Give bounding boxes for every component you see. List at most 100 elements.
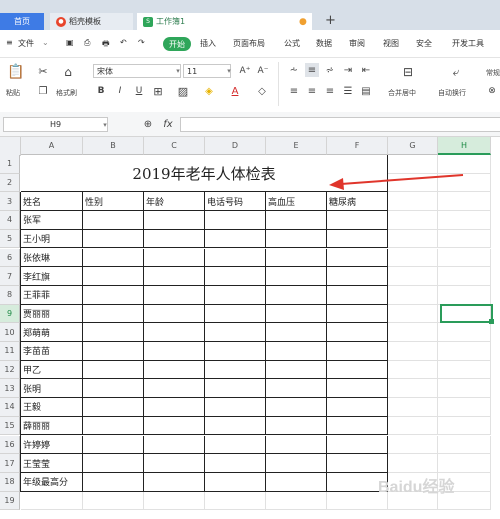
grid-cell[interactable] xyxy=(144,398,205,417)
grid-cell[interactable] xyxy=(266,360,327,380)
print-preview-icon[interactable]: ⎙ xyxy=(84,38,90,48)
grid-cell[interactable] xyxy=(438,454,491,473)
grid-cell[interactable] xyxy=(266,267,327,286)
grid-cell[interactable] xyxy=(327,360,388,380)
font-size-select[interactable]: 11 xyxy=(183,64,231,78)
row-header-4[interactable]: 4 xyxy=(0,211,20,230)
grid-cell[interactable] xyxy=(266,491,327,511)
grid-cell[interactable] xyxy=(388,211,438,230)
grid-cell[interactable] xyxy=(205,379,266,399)
column-header-e[interactable]: E xyxy=(266,137,327,155)
grid-cell[interactable] xyxy=(388,304,438,324)
grid-cell[interactable] xyxy=(327,342,388,361)
row-header-13[interactable]: 13 xyxy=(0,379,20,399)
redo-icon[interactable]: ↷ xyxy=(138,38,145,47)
menu-page-layout[interactable]: 页面布局 xyxy=(233,38,265,49)
grid-cell[interactable] xyxy=(205,342,266,361)
grid-cell[interactable] xyxy=(205,398,266,417)
merge-center-icon[interactable]: ⊟ xyxy=(398,64,418,80)
column-header-d[interactable]: D xyxy=(205,137,266,155)
grid-cell[interactable] xyxy=(438,248,491,268)
menu-security[interactable]: 安全 xyxy=(416,38,432,49)
grid-cell[interactable] xyxy=(83,398,144,417)
row-header-12[interactable]: 12 xyxy=(0,360,20,380)
grid-cell[interactable] xyxy=(83,454,144,473)
grid-cell[interactable] xyxy=(83,416,144,436)
align-top-icon[interactable]: ⩪ xyxy=(287,63,301,77)
row-header-7[interactable]: 7 xyxy=(0,267,20,286)
name-cell[interactable]: 李红旗 xyxy=(21,267,83,286)
grid-cell[interactable] xyxy=(144,342,205,361)
name-cell[interactable]: 王莹莹 xyxy=(21,454,83,473)
grid-cell[interactable] xyxy=(327,248,388,268)
chevron-down-icon[interactable]: ▾ xyxy=(102,117,108,132)
grid-cell[interactable] xyxy=(438,229,491,249)
table-header-cell[interactable]: 性别 xyxy=(83,192,144,212)
grid-cell[interactable] xyxy=(205,435,266,455)
grid-cell[interactable] xyxy=(205,416,266,436)
name-cell[interactable]: 李苗苗 xyxy=(21,342,83,361)
grid-cell[interactable] xyxy=(144,211,205,230)
grid-cell[interactable] xyxy=(21,491,83,511)
grid-cell[interactable] xyxy=(327,304,388,324)
column-header-c[interactable]: C xyxy=(144,137,205,155)
grid-cell[interactable] xyxy=(83,360,144,380)
active-cell-outline[interactable] xyxy=(440,304,493,323)
name-cell[interactable]: 王小明 xyxy=(21,229,83,249)
grid-cell[interactable] xyxy=(388,323,438,342)
grid-cell[interactable] xyxy=(205,454,266,473)
align-center-icon[interactable]: ≡ xyxy=(305,84,319,98)
grid-cell[interactable] xyxy=(327,323,388,342)
name-cell[interactable]: 张军 xyxy=(21,211,83,230)
grid-cell[interactable] xyxy=(83,342,144,361)
grid-cell[interactable] xyxy=(205,323,266,342)
name-box[interactable]: H9 xyxy=(3,117,108,132)
align-middle-icon[interactable]: ≡ xyxy=(305,63,319,77)
table-header-cell[interactable]: 电话号码 xyxy=(205,192,266,212)
chevron-down-icon[interactable]: ⌄ xyxy=(42,38,49,47)
grid-cell[interactable] xyxy=(266,435,327,455)
wrap-text-label[interactable]: 自动换行 xyxy=(438,88,466,98)
grid-cell[interactable] xyxy=(327,267,388,286)
grid-cell[interactable] xyxy=(144,435,205,455)
grid-cell[interactable] xyxy=(388,360,438,380)
tab-template[interactable]: ● 稻壳模板 xyxy=(50,13,133,30)
zoom-search-icon[interactable]: ⊕ xyxy=(141,117,155,132)
formula-input[interactable] xyxy=(180,117,500,132)
underline-button[interactable]: U xyxy=(133,84,145,98)
row-header-9[interactable]: 9 xyxy=(0,304,20,324)
grid-cell[interactable] xyxy=(266,211,327,230)
row-header-15[interactable]: 15 xyxy=(0,416,20,436)
grid-cell[interactable] xyxy=(83,379,144,399)
grid-cell[interactable] xyxy=(266,304,327,324)
grid-cell[interactable] xyxy=(83,435,144,455)
grid-cell[interactable] xyxy=(205,285,266,305)
grid-cell[interactable] xyxy=(83,285,144,305)
fx-button[interactable]: fx xyxy=(160,117,176,132)
grid-cell[interactable] xyxy=(144,304,205,324)
grid-cell[interactable] xyxy=(438,211,491,230)
grid-cell[interactable] xyxy=(388,398,438,417)
grid-cell[interactable] xyxy=(144,491,205,511)
paste-icon[interactable]: 📋 xyxy=(7,64,24,80)
grid-cell[interactable] xyxy=(438,435,491,455)
grid-cell[interactable] xyxy=(144,248,205,268)
grid-cell[interactable] xyxy=(205,248,266,268)
row-header-2[interactable]: 2 xyxy=(0,173,20,193)
table-header-cell[interactable]: 姓名 xyxy=(21,192,83,212)
name-cell[interactable]: 薛丽丽 xyxy=(21,416,83,436)
row-header-18[interactable]: 18 xyxy=(0,472,20,492)
fill-color-icon[interactable]: ◈ xyxy=(201,84,217,98)
column-header-a[interactable]: A xyxy=(21,137,83,155)
format-painter-icon[interactable]: ⌂ xyxy=(60,64,76,80)
row-header-14[interactable]: 14 xyxy=(0,398,20,417)
row-header-3[interactable]: 3 xyxy=(0,192,20,212)
grid-cell[interactable] xyxy=(144,229,205,249)
grid-cell[interactable] xyxy=(438,323,491,342)
format-painter-label[interactable]: 格式刷 xyxy=(56,88,77,98)
column-header-b[interactable]: B xyxy=(83,137,144,155)
grid-cell[interactable] xyxy=(144,360,205,380)
grid-cell[interactable] xyxy=(388,435,438,455)
grid-cell[interactable] xyxy=(327,285,388,305)
grid-cell[interactable] xyxy=(327,398,388,417)
